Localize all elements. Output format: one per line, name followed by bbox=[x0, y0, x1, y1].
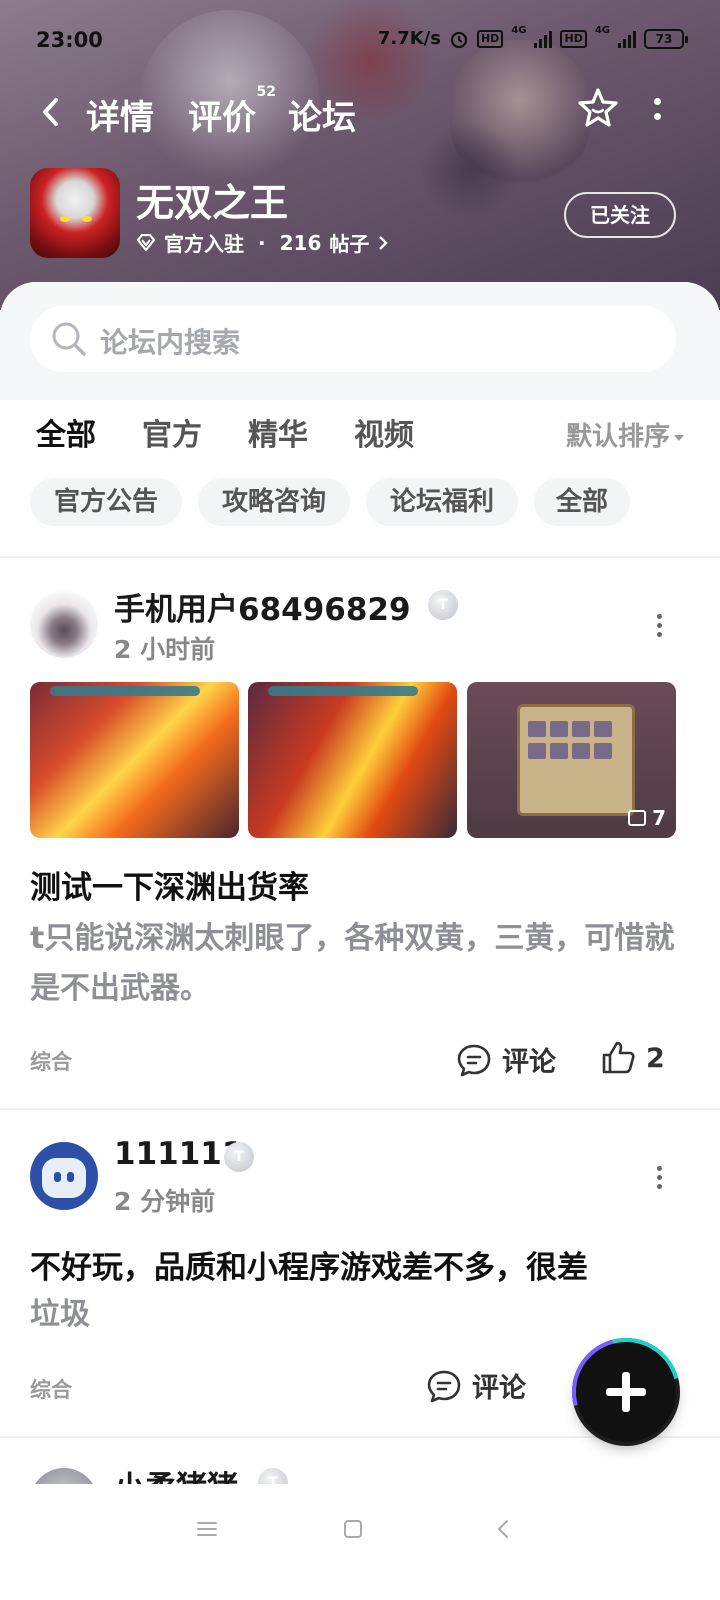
top-navigation: 详情 评价 52 论坛 bbox=[0, 84, 720, 140]
divider bbox=[0, 556, 720, 558]
post-body[interactable]: 垃圾 bbox=[30, 1290, 680, 1340]
avatar[interactable] bbox=[30, 590, 98, 658]
post-time: 2 分钟前 bbox=[114, 1187, 216, 1216]
sort-label: 默认排序 bbox=[565, 422, 670, 452]
back-arrow-icon[interactable] bbox=[36, 94, 66, 130]
system-navigation-bar bbox=[0, 1484, 720, 1600]
menu-icon[interactable] bbox=[192, 1514, 222, 1544]
tab-video[interactable]: 视频 bbox=[354, 410, 414, 454]
comment-icon bbox=[427, 1370, 461, 1402]
tab-all[interactable]: 全部 bbox=[36, 410, 96, 454]
official-label: 官方入驻 bbox=[164, 232, 244, 256]
review-count: 52 bbox=[256, 84, 276, 100]
tab-review-label: 评价 bbox=[188, 98, 256, 138]
tab-detail[interactable]: 详情 bbox=[86, 90, 154, 139]
post-category: 综合 bbox=[30, 1378, 72, 1402]
post-image[interactable] bbox=[248, 682, 457, 838]
level-badge-icon: T bbox=[428, 590, 458, 620]
post-image[interactable] bbox=[30, 682, 239, 838]
like-button[interactable]: 2 bbox=[600, 1040, 665, 1076]
hd-icon: HD bbox=[560, 29, 587, 48]
search-icon bbox=[52, 322, 86, 356]
post-count-label: 帖子 bbox=[329, 232, 370, 256]
like-count: 2 bbox=[646, 1042, 665, 1074]
comment-button[interactable]: 评论 bbox=[426, 1366, 526, 1405]
chip-announcement[interactable]: 官方公告 bbox=[30, 478, 182, 526]
favorite-star-icon[interactable] bbox=[576, 86, 620, 130]
chevron-right-icon bbox=[379, 235, 389, 250]
hd-icon: HD bbox=[476, 29, 504, 48]
tab-featured[interactable]: 精华 bbox=[248, 410, 308, 454]
post-username[interactable]: 手机用户68496829 bbox=[114, 584, 411, 629]
network-type: 4G bbox=[511, 25, 527, 36]
battery-icon: 73 bbox=[644, 28, 688, 49]
tab-official[interactable]: 官方 bbox=[142, 410, 202, 454]
search-input[interactable]: 论坛内搜索 bbox=[30, 306, 676, 372]
chip-all[interactable]: 全部 bbox=[534, 478, 630, 526]
signal-icon bbox=[534, 30, 553, 48]
post-count: 216 bbox=[279, 230, 322, 255]
post-title[interactable]: 不好玩，品质和小程序游戏差不多，很差 bbox=[30, 1242, 588, 1287]
comment-icon bbox=[457, 1044, 491, 1076]
game-app-icon bbox=[30, 168, 120, 258]
network-type: 4G bbox=[594, 25, 610, 36]
post-time: 2 小时前 bbox=[114, 635, 216, 664]
avatar[interactable] bbox=[30, 1142, 98, 1210]
back-icon[interactable] bbox=[488, 1514, 518, 1544]
home-icon[interactable] bbox=[338, 1514, 368, 1544]
diamond-verified-icon bbox=[136, 233, 156, 251]
post-image[interactable]: 7 bbox=[467, 682, 676, 838]
divider bbox=[0, 1108, 720, 1110]
level-badge-icon: T bbox=[224, 1142, 254, 1172]
thumbs-up-icon bbox=[602, 1041, 635, 1074]
image-count: 7 bbox=[628, 806, 666, 830]
create-post-button[interactable] bbox=[552, 1318, 700, 1466]
post-title[interactable]: 测试一下深渊出货率 bbox=[30, 862, 309, 907]
image-icon bbox=[628, 810, 647, 826]
meta-separator: · bbox=[258, 230, 266, 255]
image-count-value: 7 bbox=[652, 806, 666, 830]
post-more-icon[interactable] bbox=[654, 614, 664, 640]
post-category: 综合 bbox=[30, 1050, 72, 1074]
comment-label: 评论 bbox=[502, 1047, 556, 1078]
tab-forum[interactable]: 论坛 bbox=[288, 90, 356, 139]
follow-button[interactable]: 已关注 bbox=[564, 192, 676, 238]
search-placeholder: 论坛内搜索 bbox=[100, 326, 241, 359]
status-bar: 23:00 7.7K/s HD 4G HD 4G 73 bbox=[36, 25, 688, 58]
signal-icon bbox=[618, 30, 636, 48]
chip-strategy[interactable]: 攻略咨询 bbox=[198, 478, 350, 526]
post-images: 7 bbox=[30, 682, 676, 838]
search-area: 论坛内搜索 bbox=[0, 282, 720, 400]
filter-tabs: 全部 官方 精华 视频 默认排序 bbox=[0, 410, 720, 460]
caret-down-icon bbox=[674, 434, 684, 441]
status-indicators: 7.7K/s HD 4G HD 4G 73 bbox=[377, 25, 688, 49]
comment-button[interactable]: 评论 bbox=[456, 1040, 556, 1079]
post-body[interactable]: t只能说深渊太刺眼了，各种双黄，三黄，可惜就是不出武器。 bbox=[30, 914, 680, 1014]
network-speed: 7.7K/s bbox=[377, 28, 441, 49]
header-banner: 23:00 7.7K/s HD 4G HD 4G 73 详情 评价 52 论坛 无… bbox=[0, 0, 720, 310]
chip-welfare[interactable]: 论坛福利 bbox=[366, 478, 518, 526]
sort-dropdown[interactable]: 默认排序 bbox=[566, 416, 684, 453]
game-meta[interactable]: 官方入驻 · 216 帖子 bbox=[136, 228, 389, 257]
alarm-icon bbox=[450, 31, 468, 48]
comment-label: 评论 bbox=[472, 1373, 526, 1404]
status-time: 23:00 bbox=[36, 28, 103, 52]
game-title: 无双之王 bbox=[136, 181, 289, 225]
more-options-icon[interactable] bbox=[652, 94, 662, 130]
post-more-icon[interactable] bbox=[654, 1166, 664, 1192]
tab-review[interactable]: 评价 52 bbox=[188, 84, 276, 139]
